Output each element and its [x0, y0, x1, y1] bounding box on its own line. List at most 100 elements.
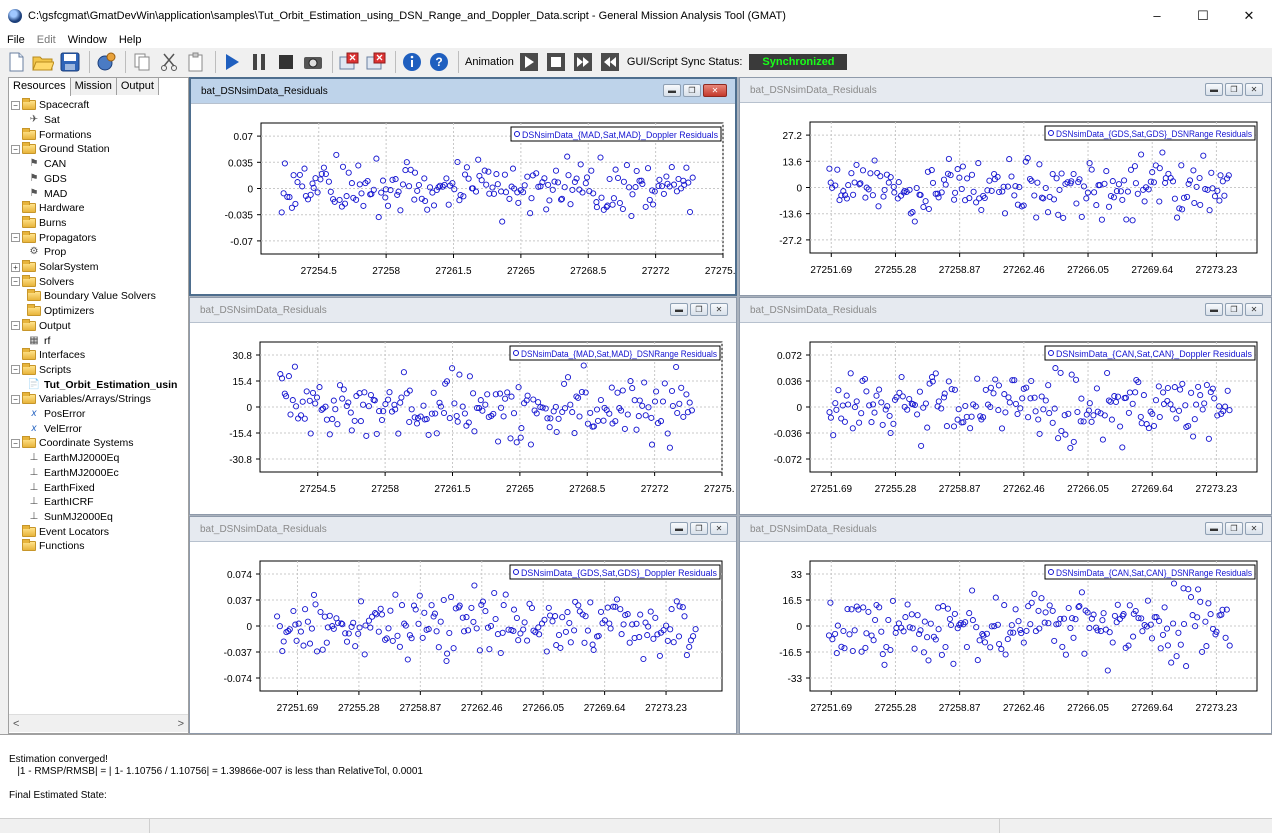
animation-faster-icon[interactable] — [571, 50, 595, 74]
tree-expander-icon[interactable]: − — [11, 100, 20, 110]
plot-restore-button[interactable]: ❐ — [683, 84, 701, 97]
plot-minimize-button[interactable]: ▬ — [1205, 303, 1223, 316]
tree-item[interactable]: − Spacecraft — [11, 98, 89, 113]
tree-expander-icon[interactable]: − — [11, 394, 20, 404]
plot-close-button[interactable]: ✕ — [710, 303, 728, 316]
tab-mission[interactable]: Mission — [69, 77, 117, 95]
tree-item[interactable]: Optimizers — [27, 304, 94, 319]
tree-item[interactable]: ⚑ GDS — [27, 172, 67, 187]
stop-icon[interactable] — [274, 50, 298, 74]
minimize-button[interactable]: – — [1134, 0, 1180, 31]
plot-minimize-button[interactable]: ▬ — [670, 522, 688, 535]
plot-minimize-button[interactable]: ▬ — [663, 84, 681, 97]
tree-item[interactable]: − Output — [11, 318, 71, 334]
tree-item[interactable]: ⊥ SunMJ2000Eq — [27, 510, 113, 525]
tab-output[interactable]: Output — [115, 77, 159, 95]
tree-item[interactable]: ⚙ Prop — [27, 245, 67, 260]
tree-expander-icon[interactable]: − — [11, 321, 20, 331]
maximize-button[interactable]: ☐ — [1180, 0, 1226, 31]
scroll-left-icon[interactable]: < — [13, 718, 19, 730]
info-icon[interactable] — [400, 50, 424, 74]
plot-window-titlebar[interactable]: bat_DSNsimData_Residuals ▬ ❐ ✕ — [740, 517, 1271, 542]
plot-close-button[interactable]: ✕ — [703, 84, 727, 97]
menu-help[interactable]: Help — [112, 34, 147, 46]
globe-gear-icon[interactable] — [94, 50, 118, 74]
tree-expander-icon[interactable]: − — [11, 233, 20, 243]
plot-close-button[interactable]: ✕ — [1245, 303, 1263, 316]
plot-window[interactable]: bat_DSNsimData_Residuals ▬ ❐ ✕ 0.07 0.035 0 -0.… — [189, 77, 737, 296]
plot-window-titlebar[interactable]: bat_DSNsimData_Residuals ▬ ❐ ✕ — [191, 79, 735, 104]
tree-item[interactable]: 📄 Tut_Orbit_Estimation_usin — [27, 377, 178, 392]
plot-window[interactable]: bat_DSNsimData_Residuals ▬ ❐ ✕ 0.074 0.037 0 -0… — [189, 516, 737, 734]
close-button[interactable]: ✕ — [1226, 0, 1272, 31]
tree-item[interactable]: ▦ rf — [27, 333, 50, 348]
copy-icon[interactable] — [130, 50, 154, 74]
tree-item[interactable]: ⊥ EarthICRF — [27, 495, 94, 510]
plot-minimize-button[interactable]: ▬ — [1205, 83, 1223, 96]
save-icon[interactable] — [58, 50, 82, 74]
tree-item[interactable]: ⊥ EarthMJ2000Eq — [27, 451, 120, 466]
plot-minimize-button[interactable]: ▬ — [1205, 522, 1223, 535]
animation-stop-icon[interactable] — [544, 50, 568, 74]
pause-icon[interactable] — [247, 50, 271, 74]
menu-edit[interactable]: Edit — [30, 34, 61, 46]
tree-item[interactable]: − Ground Station — [11, 142, 110, 157]
tree-item[interactable]: x VelError — [27, 421, 82, 436]
tree-item[interactable]: Functions — [11, 539, 85, 554]
cut-icon[interactable] — [157, 50, 181, 74]
tree-item[interactable]: Hardware — [11, 201, 85, 216]
plot-window-titlebar[interactable]: bat_DSNsimData_Residuals ▬ ❐ ✕ — [190, 298, 736, 323]
plot-close-button[interactable]: ✕ — [1245, 522, 1263, 535]
plot-restore-button[interactable]: ❐ — [690, 522, 708, 535]
plot-window[interactable]: bat_DSNsimData_Residuals ▬ ❐ ✕ 30.8 15.4 0 -15.… — [189, 297, 737, 515]
plot-restore-button[interactable]: ❐ — [1225, 83, 1243, 96]
tree-item[interactable]: Burns — [11, 215, 66, 231]
tree-item[interactable]: x PosError — [27, 407, 86, 422]
tree-item[interactable]: Interfaces — [11, 348, 85, 363]
close-child-icon[interactable] — [364, 50, 388, 74]
tree-item[interactable]: − Propagators — [11, 230, 96, 245]
paste-icon[interactable] — [184, 50, 208, 74]
tree-item[interactable]: ⊥ EarthMJ2000Ec — [27, 466, 119, 481]
tree-expander-icon[interactable]: − — [11, 438, 20, 448]
menu-file[interactable]: File — [0, 34, 30, 46]
plot-window-titlebar[interactable]: bat_DSNsimData_Residuals ▬ ❐ ✕ — [740, 298, 1271, 323]
animation-slower-icon[interactable] — [598, 50, 622, 74]
plot-window[interactable]: bat_DSNsimData_Residuals ▬ ❐ ✕ 33 16.5 0 -16.5 -… — [739, 516, 1272, 734]
tree-item[interactable]: − Scripts — [11, 362, 71, 378]
tree-expander-icon[interactable]: + — [11, 262, 20, 272]
plot-close-button[interactable]: ✕ — [710, 522, 728, 535]
tree-item[interactable]: ⚑ CAN — [27, 157, 67, 172]
tree-expander-icon[interactable]: − — [11, 365, 20, 375]
open-folder-icon[interactable] — [31, 50, 55, 74]
plot-window-titlebar[interactable]: bat_DSNsimData_Residuals ▬ ❐ ✕ — [190, 517, 736, 542]
tree-item[interactable]: Event Locators — [11, 524, 109, 539]
tree-horizontal-scrollbar[interactable]: < > — [9, 714, 188, 732]
menu-window[interactable]: Window — [61, 34, 112, 46]
tree-item[interactable]: + SolarSystem — [11, 260, 99, 275]
help-icon[interactable]: ? — [427, 50, 451, 74]
close-all-icon[interactable] — [337, 50, 361, 74]
tree-item[interactable]: Formations — [11, 127, 92, 142]
scroll-right-icon[interactable]: > — [178, 718, 184, 730]
tree-item[interactable]: − Coordinate Systems — [11, 436, 134, 451]
plot-restore-button[interactable]: ❐ — [1225, 303, 1243, 316]
plot-minimize-button[interactable]: ▬ — [670, 303, 688, 316]
plot-close-button[interactable]: ✕ — [1245, 83, 1263, 96]
plot-window-titlebar[interactable]: bat_DSNsimData_Residuals ▬ ❐ ✕ — [740, 78, 1271, 103]
tree-item[interactable]: ⊥ EarthFixed — [27, 480, 95, 495]
new-file-icon[interactable] — [4, 50, 28, 74]
plot-window[interactable]: bat_DSNsimData_Residuals ▬ ❐ ✕ 27.2 13.6 0 -13.… — [739, 77, 1272, 296]
screenshot-camera-icon[interactable] — [301, 50, 325, 74]
tab-resources[interactable]: Resources — [8, 77, 71, 96]
animation-play-icon[interactable] — [517, 50, 541, 74]
plot-window[interactable]: bat_DSNsimData_Residuals ▬ ❐ ✕ 0.072 0.036 0 -0… — [739, 297, 1272, 515]
plot-restore-button[interactable]: ❐ — [1225, 522, 1243, 535]
tree-expander-icon[interactable]: − — [11, 277, 20, 287]
tree-item[interactable]: ✈ Sat — [27, 113, 60, 128]
tree-item[interactable]: ⚑ MAD — [27, 186, 68, 201]
tree-item[interactable]: − Variables/Arrays/Strings — [11, 392, 151, 407]
plot-restore-button[interactable]: ❐ — [690, 303, 708, 316]
tree-expander-icon[interactable]: − — [11, 144, 20, 154]
tree-item[interactable]: Boundary Value Solvers — [27, 289, 156, 304]
